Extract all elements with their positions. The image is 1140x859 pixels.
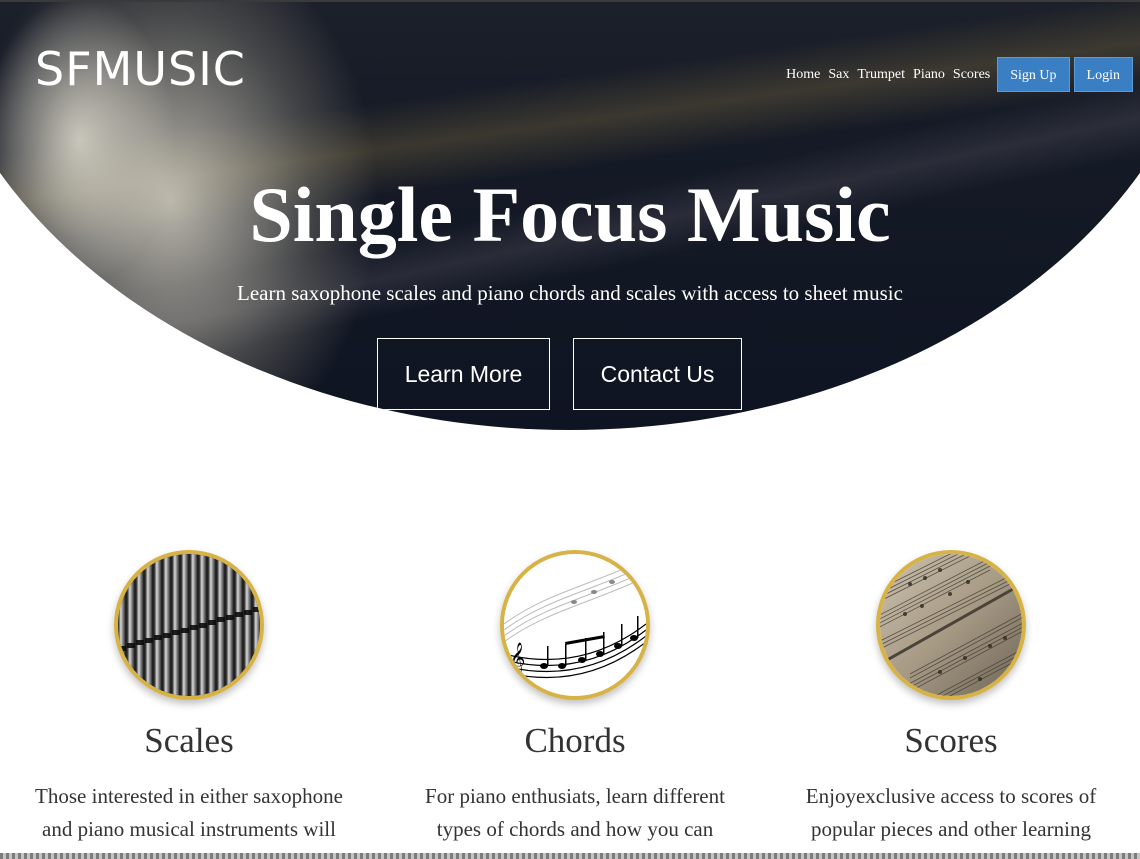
hero-banner: SFMUSIC Home Sax Trumpet Piano Scores Si… [0,0,1140,430]
feature-scores: Scores Enjoyexclusive access to scores o… [766,550,1136,846]
nav-link-piano[interactable]: Piano [913,67,945,83]
svg-text:𝄞: 𝄞 [510,642,525,674]
feature-title-chords: Chords [524,721,626,760]
page: SFMUSIC Home Sax Trumpet Piano Scores Si… [0,0,1140,859]
music-notes-icon: 𝄞 [500,550,650,700]
bottom-scroll-artifact [0,853,1140,859]
hero-content: SFMUSIC Home Sax Trumpet Piano Scores Si… [0,0,1140,430]
nav-link-trumpet[interactable]: Trumpet [857,67,905,83]
site-logo[interactable]: SFMUSIC [35,46,246,92]
feature-text-scores: Enjoyexclusive access to scores of popul… [805,784,1097,841]
feature-text-scales: Those interested in either saxophone and… [35,784,343,841]
hero-subtitle: Learn saxophone scales and piano chords … [237,281,903,305]
feature-scales: Scales Those interested in either saxoph… [4,550,374,846]
learn-more-button[interactable]: Learn More [377,338,550,410]
nav-link-scores[interactable]: Scores [953,67,990,83]
sheet-music-icon [876,550,1026,700]
hero-actions: Learn More Contact Us [377,338,742,410]
contact-us-button[interactable]: Contact Us [573,338,742,410]
sign-up-button[interactable]: Sign Up [997,57,1070,92]
top-border [0,0,1140,2]
feature-title-scales: Scales [144,721,234,760]
hero-title: Single Focus Music [249,171,891,258]
login-button[interactable]: Login [1073,57,1133,92]
nav-link-sax[interactable]: Sax [828,67,849,83]
organ-pipes-icon [114,550,264,700]
feature-text-chords: For piano enthusiats, learn different ty… [425,784,725,841]
feature-title-scores: Scores [904,721,998,760]
nav-link-home[interactable]: Home [786,67,820,83]
feature-chords: 𝄞 Chords For piano enthusiats, learn dif… [390,550,760,846]
main-nav: Home Sax Trumpet Piano Scores Sign Up Lo… [786,57,1133,92]
